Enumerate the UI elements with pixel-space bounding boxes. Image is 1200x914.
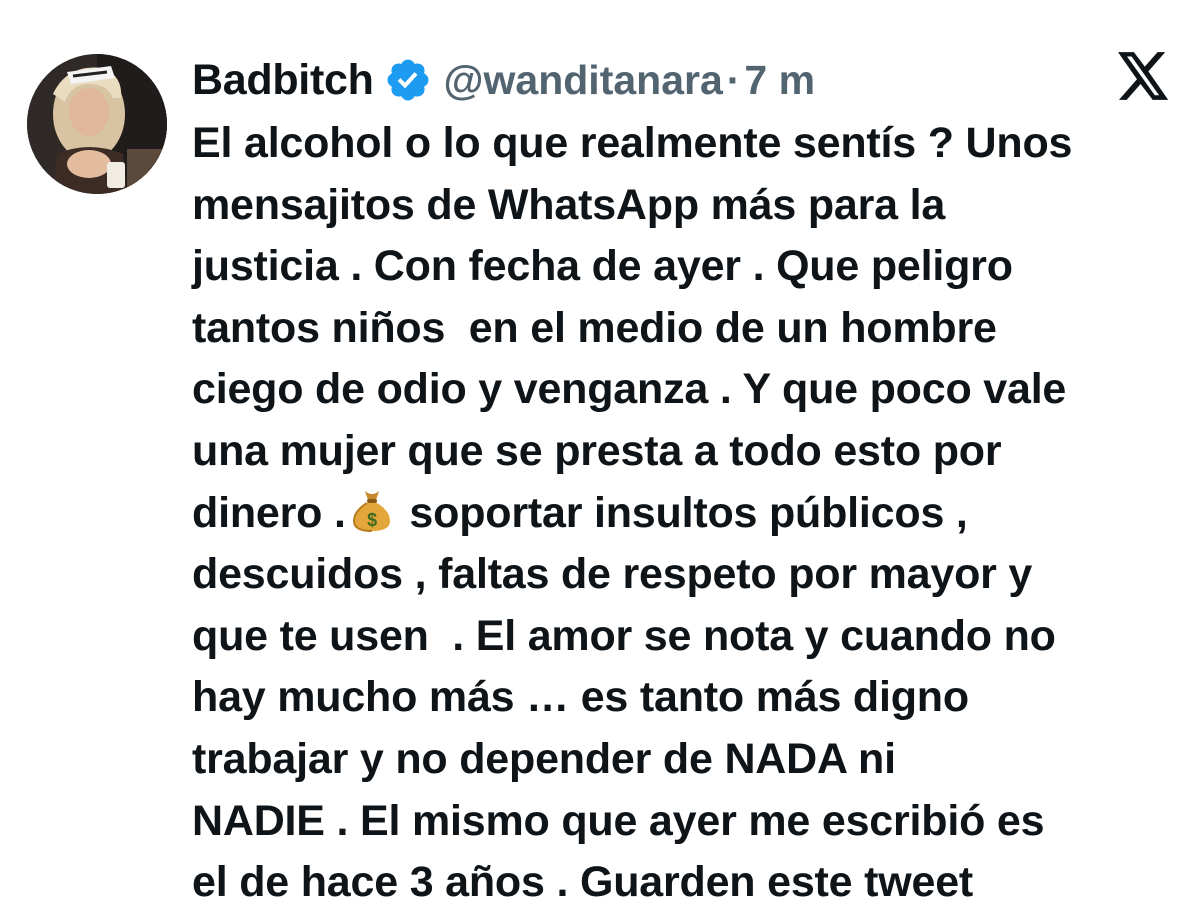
profile-photo (27, 54, 167, 194)
separator-dot: · (726, 56, 741, 103)
tweet-line-part: soportar insultos públicos , (397, 488, 968, 537)
tweet-line-with-emoji: dinero . $ soportar insultos públicos , (192, 483, 1182, 545)
timestamp[interactable]: 7 m (744, 57, 815, 104)
tweet-line: mensajitos de WhatsApp más para la (192, 180, 946, 229)
tweet-line: justicia . Con fecha de ayer . Que pelig… (192, 242, 1013, 291)
tweet-line: que te usen . El amor se nota y cuando n… (192, 611, 1056, 660)
display-name[interactable]: Badbitch (192, 56, 374, 105)
tweet-line: NADIE . El mismo que ayer me escribió es (192, 796, 1045, 845)
tweet-line: ciego de odio y venganza . Y que poco va… (192, 365, 1067, 414)
tweet-line: una mujer que se presta a todo esto por (192, 426, 1002, 475)
tweet-text: El alcohol o lo que realmente sentís ? U… (192, 113, 1182, 914)
tweet-line: el de hace 3 años . Guarden este tweet (192, 858, 974, 907)
tweet-line-part: dinero . (192, 488, 346, 537)
tweet-card: Badbitch @wanditanara · 7 m El alcohol o… (0, 0, 1200, 911)
svg-text:$: $ (367, 510, 377, 530)
tweet-line: El alcohol o lo que realmente sentís ? U… (192, 119, 1073, 167)
tweet-line: trabajar y no depender de NADA ni (192, 734, 896, 783)
tweet-header: Badbitch @wanditanara · 7 m (192, 50, 815, 110)
user-handle[interactable]: @wanditanara (444, 57, 723, 104)
x-logo-icon[interactable] (1118, 52, 1170, 100)
tweet-line: tantos niños en el medio de un hombre (192, 303, 997, 352)
tweet-line: hay mucho más … es tanto más digno (192, 673, 969, 722)
money-bag-icon: $ (350, 487, 394, 533)
verified-badge-icon (384, 56, 432, 104)
avatar[interactable] (27, 54, 167, 194)
tweet-line: descuidos , faltas de respeto por mayor … (192, 550, 1033, 599)
